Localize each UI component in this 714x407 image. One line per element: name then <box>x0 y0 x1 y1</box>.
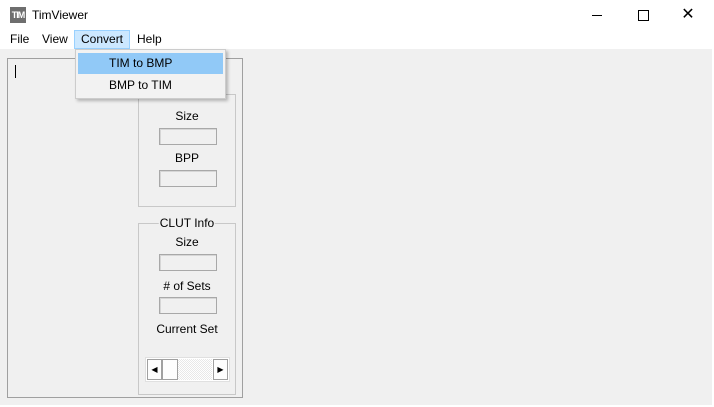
close-button[interactable]: ✕ <box>665 0 711 30</box>
menu-help[interactable]: Help <box>131 30 168 49</box>
close-icon: ✕ <box>681 6 695 23</box>
menu-bar: File View Convert Help <box>0 30 712 49</box>
bpp-label: BPP <box>174 151 199 165</box>
menu-item-tim-to-bmp[interactable]: TIM to BMP <box>78 53 223 74</box>
scroll-track[interactable] <box>178 359 212 380</box>
menu-item-bmp-to-tim[interactable]: BMP to TIM <box>78 75 223 96</box>
scroll-thumb[interactable] <box>162 359 178 380</box>
app-window: TIM TimViewer ✕ File View Convert Help S… <box>0 0 712 405</box>
app-icon[interactable]: TIM <box>10 7 26 23</box>
minimize-button[interactable] <box>574 0 620 30</box>
minimize-icon <box>592 14 602 16</box>
clut-info-group: CLUT Info Size # of Sets Current Set ◀ ▶ <box>138 216 236 395</box>
clut-size-label: Size <box>175 235 199 249</box>
client-area: Size BPP CLUT Info Size # of Sets Curren… <box>0 49 712 405</box>
menu-convert[interactable]: Convert <box>74 30 131 49</box>
sets-count-field[interactable] <box>159 297 217 314</box>
arrow-left-icon: ◀ <box>151 365 158 374</box>
menu-file[interactable]: File <box>4 30 35 49</box>
text-caret <box>15 65 16 78</box>
image-display-panel[interactable]: Size BPP CLUT Info Size # of Sets Curren… <box>7 58 243 398</box>
title-bar[interactable]: TIM TimViewer ✕ <box>0 0 712 30</box>
scroll-left-button[interactable]: ◀ <box>147 359 162 380</box>
image-info-group: Size BPP <box>138 94 236 207</box>
menu-view[interactable]: View <box>36 30 74 49</box>
clut-size-field[interactable] <box>159 254 217 271</box>
scroll-right-button[interactable]: ▶ <box>213 359 228 380</box>
convert-dropdown-menu: TIM to BMP BMP to TIM <box>75 49 226 99</box>
current-set-label: Current Set <box>156 322 218 336</box>
window-title: TimViewer <box>32 8 89 22</box>
bpp-field[interactable] <box>159 170 217 187</box>
maximize-button[interactable] <box>620 0 666 30</box>
image-size-field[interactable] <box>159 128 217 145</box>
current-set-scrollbar[interactable]: ◀ ▶ <box>145 357 230 382</box>
sets-count-label: # of Sets <box>163 279 211 293</box>
arrow-right-icon: ▶ <box>217 365 224 374</box>
clut-info-title: CLUT Info <box>158 216 216 230</box>
maximize-icon <box>637 9 649 21</box>
image-size-label: Size <box>175 109 199 123</box>
